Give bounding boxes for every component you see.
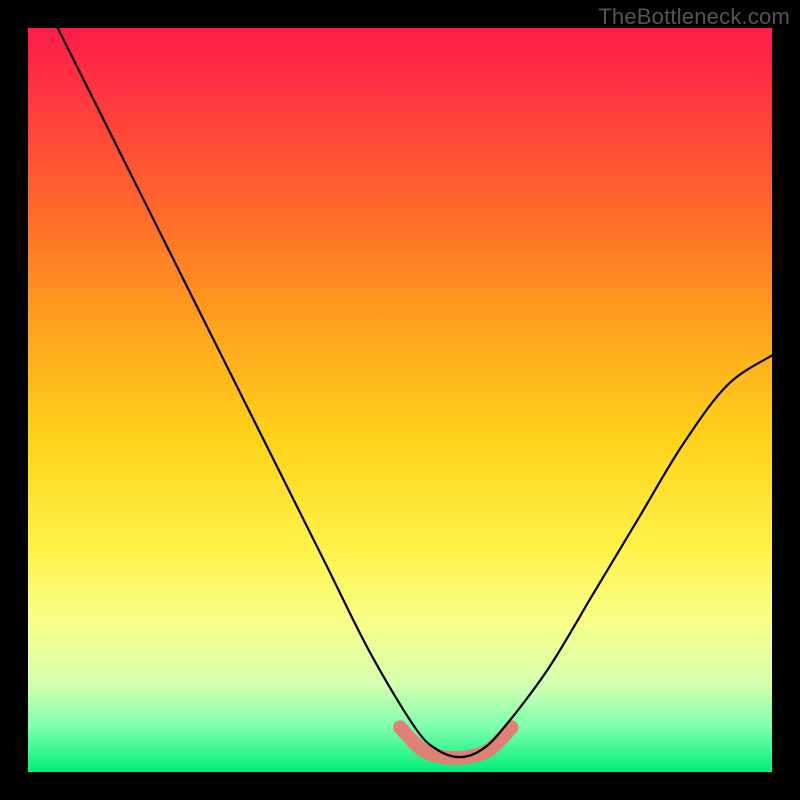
- optimal-highlight-path: [400, 727, 512, 758]
- chart-frame: [28, 28, 772, 772]
- bottleneck-curve-path: [58, 28, 772, 757]
- chart-plot-area: [28, 28, 772, 772]
- chart-svg: [28, 28, 772, 772]
- watermark-text: TheBottleneck.com: [598, 4, 790, 30]
- page-root: TheBottleneck.com: [0, 0, 800, 800]
